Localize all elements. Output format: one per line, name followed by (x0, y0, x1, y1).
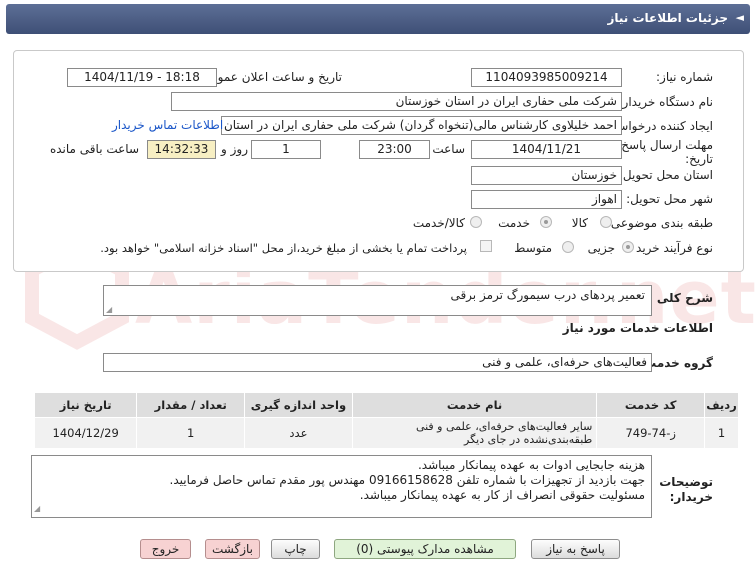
need-number-field: 1104093985009214 (471, 68, 622, 87)
col-date: تاریخ نیاز (33, 392, 138, 418)
category-both-radio[interactable] (470, 216, 482, 228)
deadline-label-date: تاریخ: (685, 152, 713, 166)
col-row: ردیف (704, 392, 739, 418)
notes-line-3: مسئولیت حقوقی انصراف از کار به عهده پیما… (359, 488, 645, 502)
province-label: استان محل تحویل: (618, 168, 713, 182)
category-service-radio[interactable] (540, 216, 552, 228)
exit-button[interactable]: خروج (140, 539, 191, 559)
summary-textarea[interactable]: تعمیر پردهای درب سیمورگ ترمز برقی ◢ (103, 285, 652, 316)
time-label: ساعت (432, 142, 465, 156)
view-attachments-button[interactable]: مشاهده مدارک پیوستی (0) (334, 539, 516, 559)
category-goods-radio[interactable] (600, 216, 612, 228)
table-header-row: ردیف کد خدمت نام خدمت واحد اندازه گیری ت… (33, 392, 739, 418)
print-button[interactable]: چاپ (271, 539, 320, 559)
category-label: طبقه بندی موضوعی: (606, 216, 713, 230)
back-button[interactable]: بازگشت (205, 539, 260, 559)
page-header: جزئیات اطلاعات نیاز ◄ (6, 4, 750, 34)
col-name: نام خدمت (351, 392, 598, 418)
summary-text: تعمیر پردهای درب سیمورگ ترمز برقی (450, 288, 645, 302)
buyer-contact-link[interactable]: اطلاعات تماس خریدار (112, 118, 223, 132)
reply-button[interactable]: پاسخ به نیاز (531, 539, 620, 559)
days-field: 1 (251, 140, 321, 159)
announce-label: تاریخ و ساعت اعلان عمومی: (197, 70, 342, 84)
category-goods-label: کالا (571, 216, 588, 230)
announce-field: 1404/11/19 - 18:18 (67, 68, 217, 87)
buyer-label: نام دستگاه خریدار: (618, 95, 714, 109)
payment-checkbox[interactable] (480, 240, 492, 252)
process-medium-radio[interactable] (562, 241, 574, 253)
city-label: شهر محل تحویل: (626, 192, 713, 206)
city-field: اهواز (471, 190, 622, 209)
cell-code: ز-74-749 (596, 417, 706, 449)
province-field: خوزستان (471, 166, 622, 185)
remaining-label: ساعت باقی مانده (49, 142, 139, 156)
process-label: نوع فرآیند خرید : (628, 241, 713, 255)
category-service-label: خدمت (498, 216, 530, 230)
creator-field: احمد خلیلاوی کارشناس مالی(تنخواه گردان) … (221, 116, 622, 135)
remaining-time-field: 14:32:33 (147, 140, 216, 159)
table-row: 1 ز-74-749 سایر فعالیت‌های حرفه‌ای، علمی… (33, 417, 739, 449)
service-group-field: فعالیت‌های حرفه‌ای، علمی و فنی (103, 353, 652, 372)
col-unit: واحد اندازه گیری (244, 392, 353, 418)
services-section-title: اطلاعات خدمات مورد نیاز (562, 321, 713, 335)
notes-line-1: هزینه جابجایی ادوات به عهده پیمانکار میب… (417, 458, 645, 472)
resize-grip-icon: ◢ (106, 305, 113, 314)
resize-grip-icon: ◢ (34, 504, 41, 513)
process-minor-radio[interactable] (622, 241, 634, 253)
deadline-time-field: 23:00 (359, 140, 430, 159)
process-minor-label: جزیی (587, 241, 615, 255)
process-medium-label: متوسط (514, 241, 552, 255)
buyer-field: شرکت ملی حفاری ایران در استان خوزستان (171, 92, 622, 111)
cell-name: سایر فعالیت‌های حرفه‌ای، علمی و فنی طبقه… (351, 417, 598, 449)
cell-qty: 1 (136, 417, 246, 449)
notes-line-2: جهت بازدید از تجهیزات با شماره تلفن 0916… (169, 473, 646, 487)
category-both-label: کالا/خدمت (412, 216, 465, 230)
notes-textarea[interactable]: هزینه جابجایی ادوات به عهده پیمانکار میب… (31, 455, 652, 518)
need-number-label: شماره نیاز: (656, 70, 713, 84)
cell-date: 1404/12/29 (33, 417, 138, 449)
page-title: جزئیات اطلاعات نیاز (607, 11, 728, 25)
services-table: ردیف کد خدمت نام خدمت واحد اندازه گیری ت… (33, 392, 739, 449)
cell-unit: عدد (244, 417, 353, 449)
cell-row: 1 (704, 417, 739, 449)
col-qty: تعداد / مقدار (136, 392, 246, 418)
days-label: روز و (221, 142, 248, 156)
col-code: کد خدمت (596, 392, 706, 418)
payment-note: پرداخت تمام یا بخشی از مبلغ خرید،از محل … (100, 241, 467, 255)
deadline-label: مهلت ارسال پاسخ: تا (606, 138, 713, 152)
deadline-date-field: 1404/11/21 (471, 140, 622, 159)
collapse-arrow-icon[interactable]: ◄ (736, 11, 744, 24)
